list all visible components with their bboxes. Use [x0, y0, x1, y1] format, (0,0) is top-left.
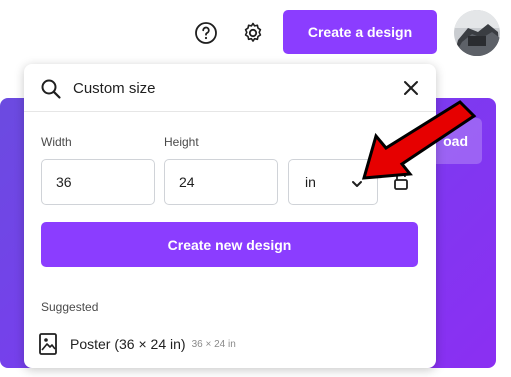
suggestion-item[interactable]: Poster (36 × 24 in) 36 × 24 in	[38, 330, 338, 358]
width-label: Width	[41, 135, 72, 149]
annotation-arrow	[350, 96, 480, 186]
avatar[interactable]	[454, 10, 500, 56]
suggestion-title: Poster (36 × 24 in)	[70, 336, 186, 352]
height-label: Height	[164, 135, 199, 149]
suggestion-dimensions: 36 × 24 in	[191, 338, 236, 350]
height-input[interactable]	[164, 159, 278, 205]
search-icon	[40, 78, 62, 100]
width-input[interactable]	[41, 159, 155, 205]
search-input[interactable]	[73, 74, 373, 102]
poster-icon	[38, 332, 58, 356]
gear-icon[interactable]	[241, 21, 265, 45]
unit-value: in	[305, 174, 316, 190]
help-icon[interactable]	[194, 21, 218, 45]
suggested-heading: Suggested	[41, 300, 99, 314]
create-a-design-button[interactable]: Create a design	[283, 10, 437, 54]
create-new-design-button[interactable]: Create new design	[41, 222, 418, 267]
top-bar: Create a design	[0, 0, 511, 66]
